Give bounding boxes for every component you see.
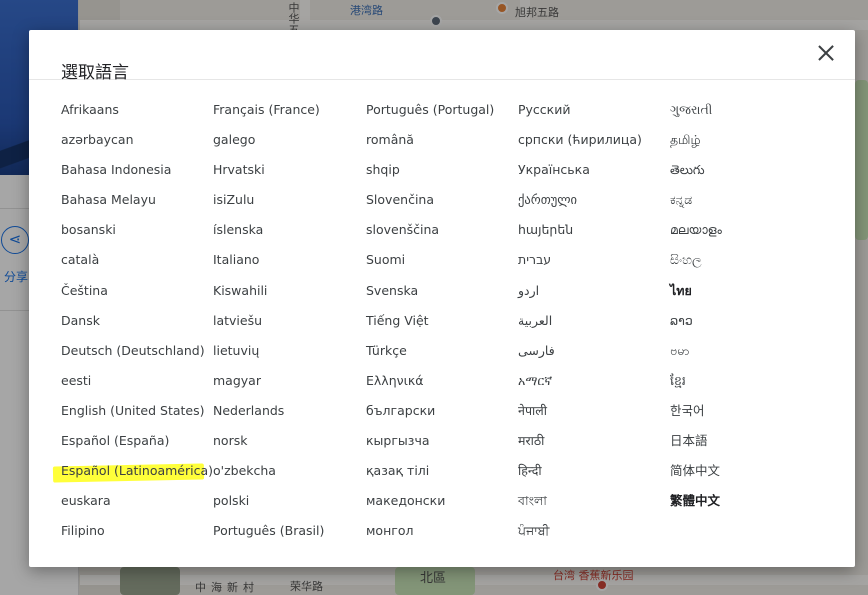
language-option[interactable]: नेपाली [518,396,670,426]
language-option-selected[interactable]: English (United States) [61,396,213,426]
language-option[interactable]: Ελληνικά [366,366,518,396]
language-option[interactable]: română [366,125,518,155]
language-option[interactable]: Slovenčina [366,185,518,215]
language-option[interactable]: Español (Latinoamérica) [61,456,213,486]
language-option[interactable]: עברית [518,245,670,275]
language-option[interactable]: Italiano [213,245,365,275]
language-option[interactable]: o'zbekcha [213,456,365,486]
language-column: Русский српски (ћирилица) Українська ქართულ… [518,95,670,546]
language-option[interactable]: മലയാളം [670,215,822,245]
language-option[interactable]: polski [213,486,365,516]
language-option[interactable]: Dansk [61,306,213,336]
language-option[interactable]: slovenščina [366,215,518,245]
language-option[interactable]: Kiswahili [213,276,365,306]
language-option[interactable]: ລາວ [670,306,822,336]
language-option[interactable]: српски (ћирилица) [518,125,670,155]
language-option[interactable]: Português (Brasil) [213,516,365,546]
language-option[interactable]: монгол [366,516,518,546]
language-option[interactable]: Tiếng Việt [366,306,518,336]
language-option[interactable]: ქართული [518,185,670,215]
language-option[interactable]: Hrvatski [213,155,365,185]
language-option[interactable]: íslenska [213,215,365,245]
language-option[interactable]: ગુજરાતી [670,95,822,125]
language-option[interactable]: Afrikaans [61,95,213,125]
language-column: Afrikaans azərbaycan Bahasa Indonesia Bahas… [61,95,213,546]
language-option[interactable]: Русский [518,95,670,125]
language-option[interactable]: Bahasa Indonesia [61,155,213,185]
language-option[interactable]: isiZulu [213,185,365,215]
language-option[interactable]: Deutsch (Deutschland) [61,336,213,366]
language-option[interactable]: বাংলা [518,486,670,516]
language-dialog: 選取語言 Afrikaans azərbaycan Bahasa Indonesia… [29,30,855,567]
language-option[interactable]: български [366,396,518,426]
language-option[interactable]: 한국어 [670,396,822,426]
language-option[interactable]: اردو [518,276,670,306]
dialog-title: 選取語言 [61,63,129,84]
language-option[interactable]: Nederlands [213,396,365,426]
language-option[interactable]: मराठी [518,426,670,456]
language-option[interactable]: Türkçe [366,336,518,366]
language-option[interactable]: தமிழ் [670,125,822,155]
language-option[interactable]: Filipino [61,516,213,546]
language-option[interactable]: Español (España) [61,426,213,456]
language-option[interactable]: català [61,245,213,275]
language-option[interactable]: తెలుగు [670,155,822,185]
language-option[interactable]: العربية [518,306,670,336]
language-option[interactable]: Português (Portugal) [366,95,518,125]
language-option[interactable]: 日本語 [670,426,822,456]
language-option[interactable]: հայերեն [518,215,670,245]
language-option[interactable]: magyar [213,366,365,396]
language-option[interactable]: සිංහල [670,245,822,275]
language-option[interactable]: bosanski [61,215,213,245]
language-option[interactable]: አማርኛ [518,366,670,396]
language-column: ગુજરાતી தமிழ் తెలుగు ಕನ್ನಡ മലയാളം සිංහල ไทย ລາວ… [670,95,822,516]
language-option[interactable]: euskara [61,486,213,516]
language-option[interactable]: 繁體中文 [670,486,822,516]
language-option[interactable]: кыргызча [366,426,518,456]
language-option[interactable]: қазақ тілі [366,456,518,486]
language-option[interactable]: latviešu [213,306,365,336]
language-option[interactable]: 简体中文 [670,456,822,486]
language-option[interactable]: lietuvių [213,336,365,366]
language-option[interactable]: Bahasa Melayu [61,185,213,215]
language-option[interactable]: हिन्दी [518,456,670,486]
language-option[interactable]: فارسی [518,336,670,366]
close-icon[interactable] [815,42,837,64]
language-option[interactable]: Українська [518,155,670,185]
language-option[interactable]: ខ្មែរ [670,366,822,396]
language-option[interactable]: eesti [61,366,213,396]
language-option[interactable]: Suomi [366,245,518,275]
language-option[interactable]: norsk [213,426,365,456]
language-option[interactable]: shqip [366,155,518,185]
language-option[interactable]: Français (France) [213,95,365,125]
language-option[interactable]: македонски [366,486,518,516]
dialog-header: 選取語言 [29,30,855,84]
language-option[interactable]: ဗမာ [670,336,822,366]
language-option[interactable]: Čeština [61,276,213,306]
language-column: Français (France) galego Hrvatski isiZulu ís… [213,95,365,546]
language-option[interactable]: Svenska [366,276,518,306]
language-option[interactable]: azərbaycan [61,125,213,155]
language-option[interactable]: ਪੰਜਾਬੀ [518,516,670,546]
language-option[interactable]: ไทย [670,276,822,306]
language-option[interactable]: ಕನ್ನಡ [670,185,822,215]
language-column: Português (Portugal) română shqip Slovenčin… [366,95,518,546]
language-option[interactable]: galego [213,125,365,155]
